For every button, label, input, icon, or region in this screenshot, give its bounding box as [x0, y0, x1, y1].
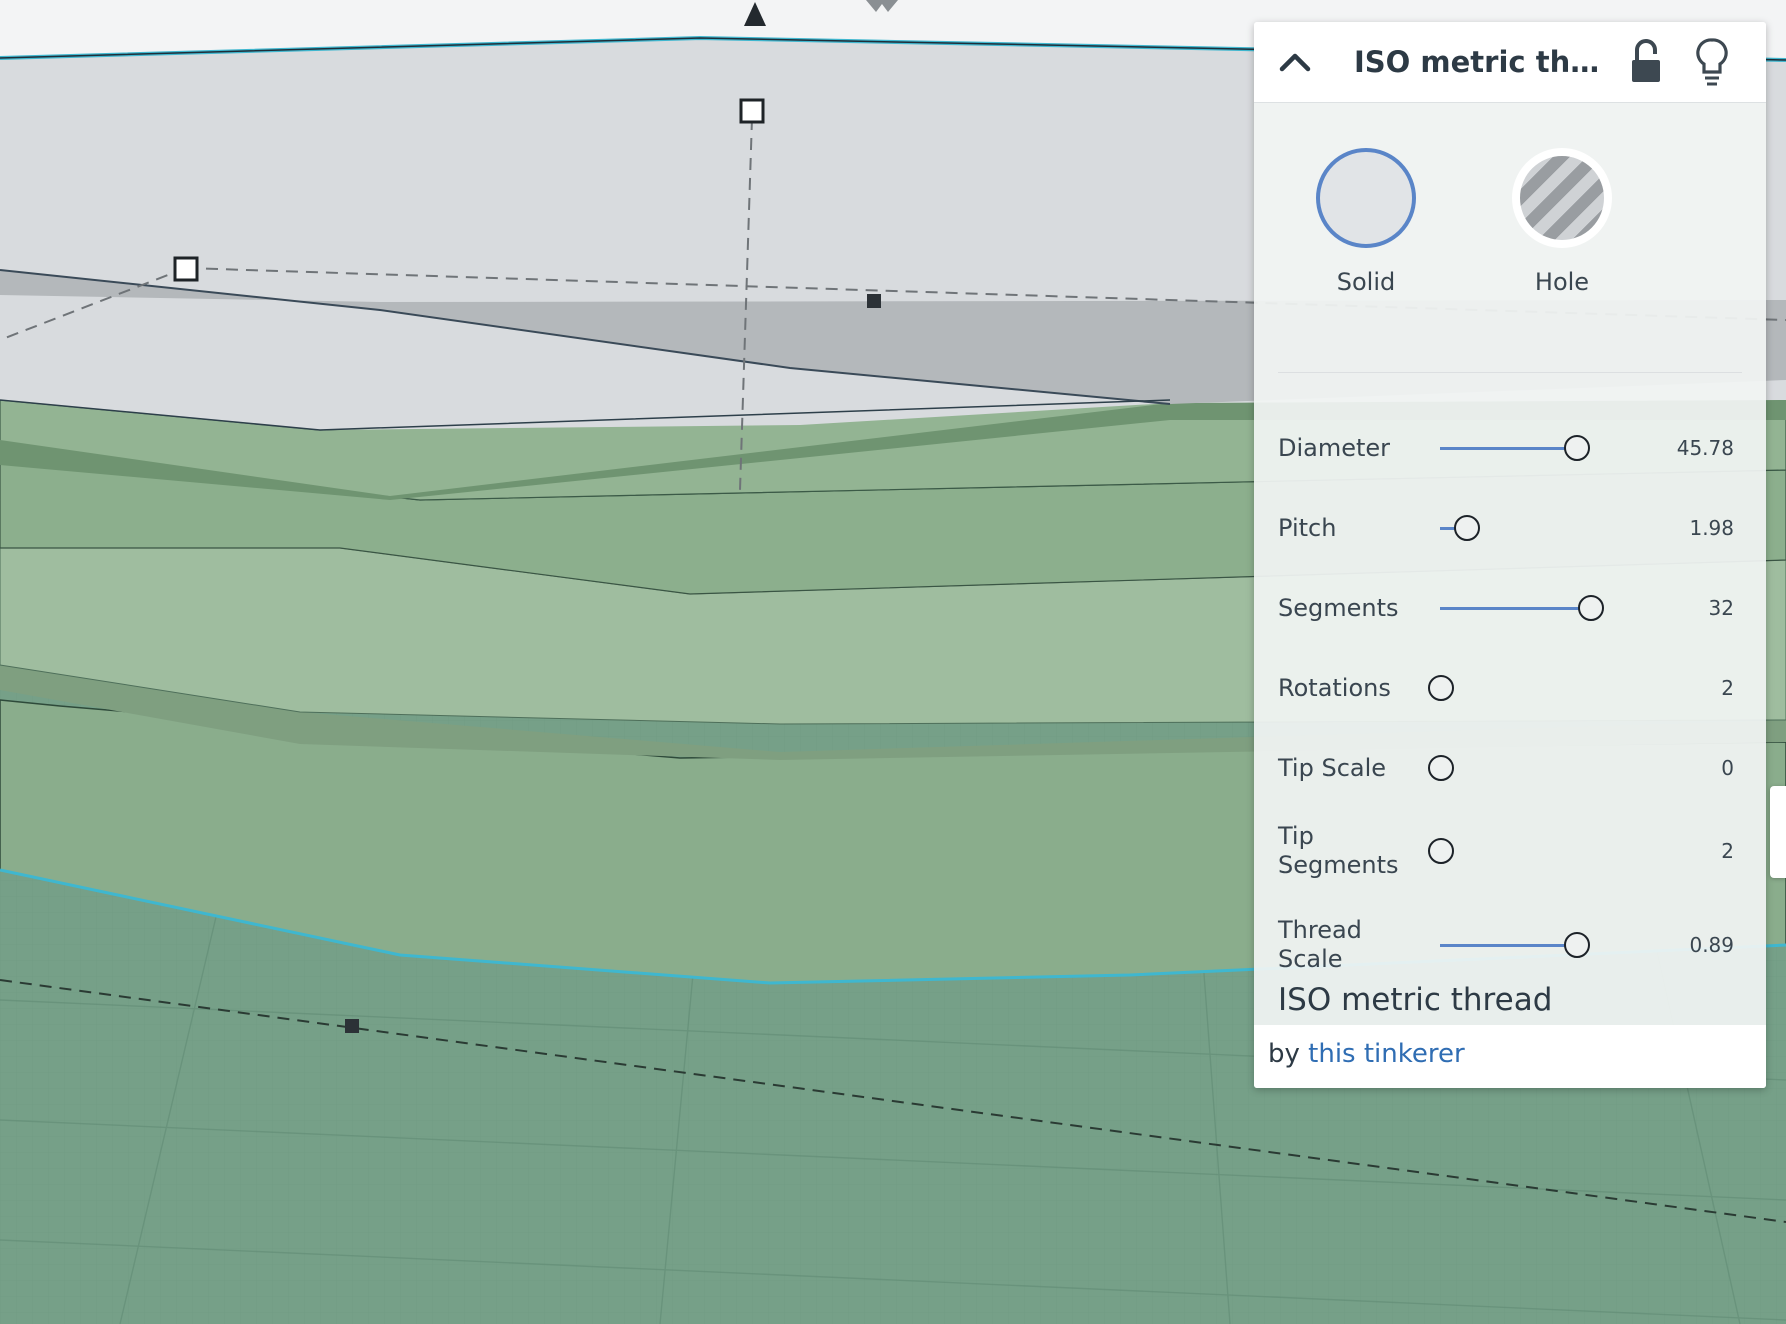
- panel-divider: [1278, 372, 1742, 373]
- slider-thumb[interactable]: [1577, 595, 1604, 621]
- property-value: 45.78: [1676, 436, 1734, 460]
- solid-swatch: [1316, 148, 1416, 248]
- height-handle[interactable]: [739, 98, 765, 124]
- property-row-rotations: Rotations 2: [1278, 658, 1748, 718]
- property-value: 2: [1721, 676, 1734, 700]
- panel-footer: by this tinkerer: [1254, 1025, 1766, 1088]
- edge-handle-bottom[interactable]: [345, 1019, 359, 1033]
- by-label: by: [1268, 1039, 1300, 1069]
- edge-handle-top[interactable]: [867, 294, 881, 308]
- solid-option[interactable]: Solid: [1306, 148, 1426, 296]
- shape-description: ISO metric thread: [1278, 982, 1553, 1018]
- author-link[interactable]: this tinkerer: [1308, 1039, 1465, 1069]
- panel-title: ISO metric thre...: [1354, 45, 1604, 79]
- property-label: Rotations: [1278, 673, 1391, 702]
- rotations-slider[interactable]: [1428, 658, 1660, 718]
- hint-button[interactable]: [1692, 34, 1732, 88]
- property-label: Thread Scale: [1278, 916, 1362, 973]
- hole-label: Hole: [1534, 268, 1590, 296]
- tip-segments-slider[interactable]: [1428, 821, 1660, 881]
- property-label: Tip Scale: [1278, 753, 1387, 782]
- thread-scale-slider[interactable]: [1440, 915, 1660, 975]
- property-value: 1.98: [1689, 516, 1734, 540]
- property-value: 32: [1708, 596, 1734, 620]
- property-value: 0.89: [1689, 933, 1734, 957]
- unlock-icon: [1632, 39, 1660, 82]
- diameter-slider[interactable]: [1440, 418, 1660, 478]
- shape-inspector-panel: ISO metric thre... Solid Hole Diameter 45…: [1254, 22, 1766, 1088]
- slider-thumb[interactable]: [1564, 435, 1591, 461]
- property-label: Diameter: [1278, 433, 1391, 462]
- property-label: Tip Segments: [1278, 822, 1399, 879]
- slider-thumb[interactable]: [1564, 932, 1591, 958]
- property-row-thread-scale: Thread Scale 0.89: [1278, 915, 1748, 975]
- collapse-panel-button[interactable]: [1276, 44, 1314, 80]
- hole-option[interactable]: Hole: [1502, 148, 1622, 296]
- expand-side-tab[interactable]: [1770, 786, 1786, 878]
- corner-handle-left[interactable]: [173, 256, 199, 282]
- property-label: Pitch: [1278, 513, 1337, 542]
- property-row-pitch: Pitch 1.98: [1278, 498, 1748, 558]
- lock-button[interactable]: [1626, 36, 1666, 88]
- lightbulb-icon: [1696, 38, 1728, 86]
- property-row-segments: Segments 32: [1278, 578, 1748, 638]
- property-row-tip-segments: Tip Segments 2: [1278, 821, 1748, 881]
- property-row-tip-scale: Tip Scale 0: [1278, 738, 1748, 798]
- slider-thumb[interactable]: [1428, 675, 1454, 701]
- slider-thumb[interactable]: [1454, 515, 1481, 541]
- segments-slider[interactable]: [1440, 578, 1660, 638]
- property-label: Segments: [1278, 593, 1399, 622]
- property-row-diameter: Diameter 45.78: [1278, 418, 1748, 478]
- chevron-up-icon: [1279, 53, 1311, 72]
- slider-thumb[interactable]: [1428, 838, 1454, 864]
- hole-swatch: [1512, 148, 1612, 248]
- solid-label: Solid: [1336, 268, 1396, 296]
- author-credit: by this tinkerer: [1268, 1039, 1465, 1069]
- property-value: 2: [1721, 839, 1734, 863]
- property-value: 0: [1721, 756, 1734, 780]
- slider-thumb[interactable]: [1428, 755, 1454, 781]
- panel-header: ISO metric thre...: [1254, 22, 1766, 103]
- pitch-slider[interactable]: [1440, 498, 1660, 558]
- tip-scale-slider[interactable]: [1428, 738, 1660, 798]
